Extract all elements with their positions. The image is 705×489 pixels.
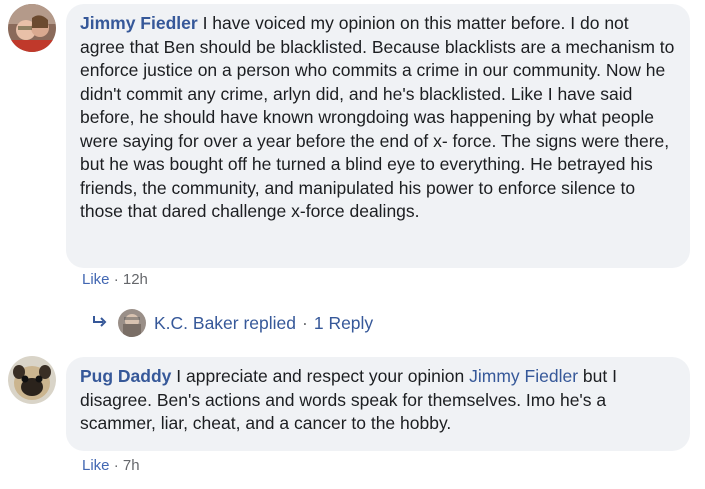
comment-meta: Like · 7h xyxy=(82,457,140,474)
comment-time[interactable]: 7h xyxy=(123,457,140,474)
meta-separator: · xyxy=(113,457,119,474)
replier-photo-icon xyxy=(118,309,146,337)
reply-arrow-icon xyxy=(92,313,108,334)
user-photo-icon xyxy=(8,4,56,52)
comment-bubble: Pug Daddy I appreciate and respect your … xyxy=(66,357,690,451)
comment-bubble: Jimmy Fiedler I have voiced my opinion o… xyxy=(66,4,690,268)
comment-author[interactable]: Jimmy Fiedler xyxy=(80,13,198,33)
comment-text: I have voiced my opinion on this matter … xyxy=(80,13,675,221)
replier-avatar xyxy=(118,309,146,337)
like-link[interactable]: Like xyxy=(82,457,110,474)
comment-text: I appreciate and respect your opinion xyxy=(176,366,465,386)
avatar[interactable] xyxy=(8,4,56,52)
like-link[interactable]: Like xyxy=(82,271,110,288)
reply-separator: · xyxy=(302,312,308,333)
comment-time[interactable]: 12h xyxy=(123,271,148,288)
mention-link[interactable]: Jimmy Fiedler xyxy=(469,366,578,386)
pug-photo-icon xyxy=(8,356,56,404)
replier-text[interactable]: K.C. Baker replied xyxy=(154,313,296,334)
comment-author[interactable]: Pug Daddy xyxy=(80,366,171,386)
reply-count[interactable]: 1 Reply xyxy=(314,313,373,334)
avatar[interactable] xyxy=(8,356,56,404)
view-replies[interactable]: K.C. Baker replied · 1 Reply xyxy=(92,309,373,337)
comment-meta: Like · 12h xyxy=(82,271,148,288)
meta-separator: · xyxy=(113,271,119,288)
